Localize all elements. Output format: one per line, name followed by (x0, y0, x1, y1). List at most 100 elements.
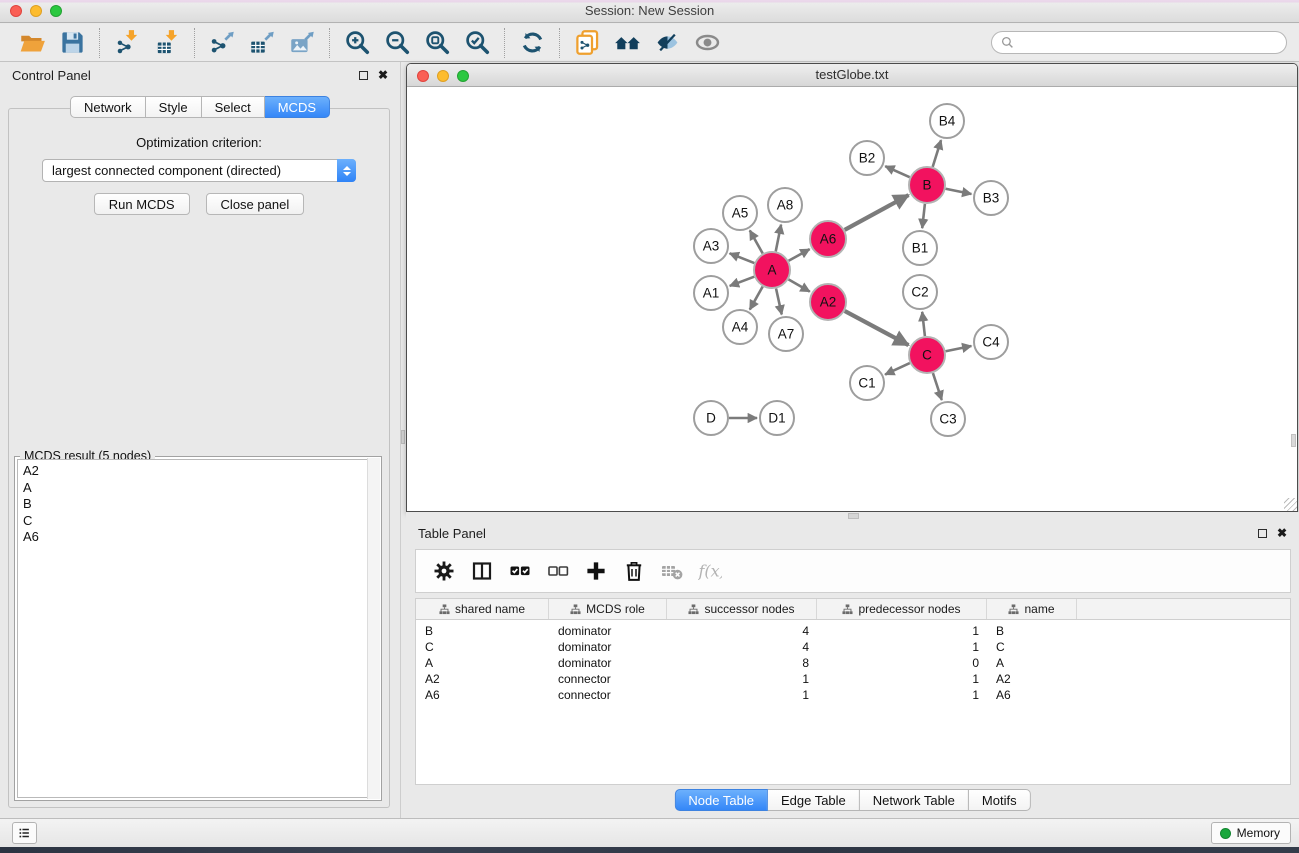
edge-C-C1[interactable] (885, 363, 910, 375)
zoom-out-button[interactable] (377, 26, 417, 60)
result-item[interactable]: C (18, 513, 378, 530)
select-all-button[interactable] (501, 553, 539, 589)
node-B3[interactable]: B3 (974, 181, 1008, 215)
export-table-button[interactable] (242, 26, 282, 60)
import-network-button[interactable] (107, 26, 147, 60)
column-header-MCDS-role[interactable]: MCDS role (549, 599, 667, 619)
import-table-button[interactable] (147, 26, 187, 60)
edge-B-B1[interactable] (922, 204, 925, 228)
result-item[interactable]: A (18, 480, 378, 497)
search-input[interactable] (1020, 36, 1277, 50)
node-C3[interactable]: C3 (931, 402, 965, 436)
refresh-layout-button[interactable] (512, 26, 552, 60)
edge-C-C3[interactable] (933, 373, 942, 400)
edge-A-A7[interactable] (776, 289, 782, 315)
window-resize-grip[interactable] (1284, 498, 1297, 511)
node-C4[interactable]: C4 (974, 325, 1008, 359)
network-canvas[interactable]: AA1A2A3A4A5A6A7A8BB1B2B3B4CC1C2C3C4DD1 (407, 88, 1297, 511)
edge-B-B2[interactable] (885, 166, 909, 177)
result-item[interactable]: B (18, 496, 378, 513)
table-row[interactable]: Bdominator41B (416, 623, 1290, 639)
zoom-selected-button[interactable] (457, 26, 497, 60)
memory-button[interactable]: Memory (1211, 822, 1291, 844)
deselect-all-button[interactable] (539, 553, 577, 589)
canvas-scrollbar-thumb[interactable] (1291, 434, 1296, 447)
table-row[interactable]: Cdominator41C (416, 639, 1290, 655)
task-history-button[interactable] (12, 822, 37, 844)
node-C2[interactable]: C2 (903, 275, 937, 309)
edge-A-A2[interactable] (788, 279, 809, 291)
result-scrollbar[interactable] (367, 458, 380, 799)
network-zoom-button[interactable] (457, 70, 469, 82)
tab-node-table[interactable]: Node Table (674, 789, 768, 811)
node-A2[interactable]: A2 (810, 284, 846, 320)
result-item[interactable]: A2 (18, 463, 378, 480)
tab-style[interactable]: Style (146, 96, 202, 118)
open-file-button[interactable] (12, 26, 52, 60)
column-layout-button[interactable] (463, 553, 501, 589)
node-D1[interactable]: D1 (760, 401, 794, 435)
node-B4[interactable]: B4 (930, 104, 964, 138)
node-C1[interactable]: C1 (850, 366, 884, 400)
node-B1[interactable]: B1 (903, 231, 937, 265)
close-panel-button[interactable]: Close panel (206, 193, 305, 215)
show-all-networks-button[interactable] (607, 26, 647, 60)
node-A7[interactable]: A7 (769, 317, 803, 351)
table-row[interactable]: A2connector11A2 (416, 671, 1290, 687)
zoom-fit-button[interactable] (417, 26, 457, 60)
network-minimize-button[interactable] (437, 70, 449, 82)
tab-select[interactable]: Select (202, 96, 265, 118)
edge-A2-C[interactable] (845, 311, 909, 345)
table-row[interactable]: Adominator80A (416, 655, 1290, 671)
duplicate-network-button[interactable] (567, 26, 607, 60)
hide-details-button[interactable] (647, 26, 687, 60)
float-table-panel-icon[interactable] (1258, 529, 1267, 538)
edge-A-A8[interactable] (776, 225, 781, 252)
edge-B-B3[interactable] (946, 189, 972, 194)
close-window-button[interactable] (10, 5, 22, 17)
table-row[interactable]: A6connector11A6 (416, 687, 1290, 703)
divider-thumb[interactable] (848, 513, 859, 519)
export-network-button[interactable] (202, 26, 242, 60)
edge-A6-B[interactable] (845, 195, 909, 230)
tab-edge-table[interactable]: Edge Table (768, 789, 860, 811)
node-A3[interactable]: A3 (694, 229, 728, 263)
column-header-name[interactable]: name (987, 599, 1077, 619)
split-divider-handle[interactable] (401, 430, 405, 444)
edge-A-A1[interactable] (730, 277, 755, 286)
edge-A-A6[interactable] (789, 249, 810, 261)
column-header-shared-name[interactable]: shared name (416, 599, 549, 619)
tab-motifs[interactable]: Motifs (969, 789, 1031, 811)
edge-C-C4[interactable] (946, 346, 972, 351)
edge-A-A5[interactable] (750, 230, 763, 253)
node-C[interactable]: C (909, 337, 945, 373)
node-D[interactable]: D (694, 401, 728, 435)
tab-network[interactable]: Network (70, 96, 146, 118)
node-B[interactable]: B (909, 167, 945, 203)
delete-columns-button[interactable] (615, 553, 653, 589)
minimize-window-button[interactable] (30, 5, 42, 17)
column-header-predecessor-nodes[interactable]: predecessor nodes (817, 599, 987, 619)
zoom-in-button[interactable] (337, 26, 377, 60)
tab-mcds[interactable]: MCDS (265, 96, 330, 118)
node-A6[interactable]: A6 (810, 221, 846, 257)
node-A1[interactable]: A1 (694, 276, 728, 310)
criterion-dropdown[interactable]: largest connected component (directed) (42, 159, 356, 182)
edge-B-B4[interactable] (933, 140, 941, 167)
show-details-button[interactable] (687, 26, 727, 60)
column-header-successor-nodes[interactable]: successor nodes (667, 599, 817, 619)
result-item[interactable]: A6 (18, 529, 378, 546)
run-mcds-button[interactable]: Run MCDS (94, 193, 190, 215)
node-A8[interactable]: A8 (768, 188, 802, 222)
edge-C-C2[interactable] (922, 312, 925, 336)
close-table-panel-icon[interactable]: ✖ (1277, 528, 1287, 538)
node-A5[interactable]: A5 (723, 196, 757, 230)
export-image-button[interactable] (282, 26, 322, 60)
network-close-button[interactable] (417, 70, 429, 82)
edge-A-A3[interactable] (730, 253, 755, 263)
tab-network-table[interactable]: Network Table (860, 789, 969, 811)
search-box[interactable] (991, 31, 1287, 54)
network-window-titlebar[interactable]: testGlobe.txt (407, 64, 1297, 87)
float-panel-icon[interactable] (359, 71, 368, 80)
node-B2[interactable]: B2 (850, 141, 884, 175)
